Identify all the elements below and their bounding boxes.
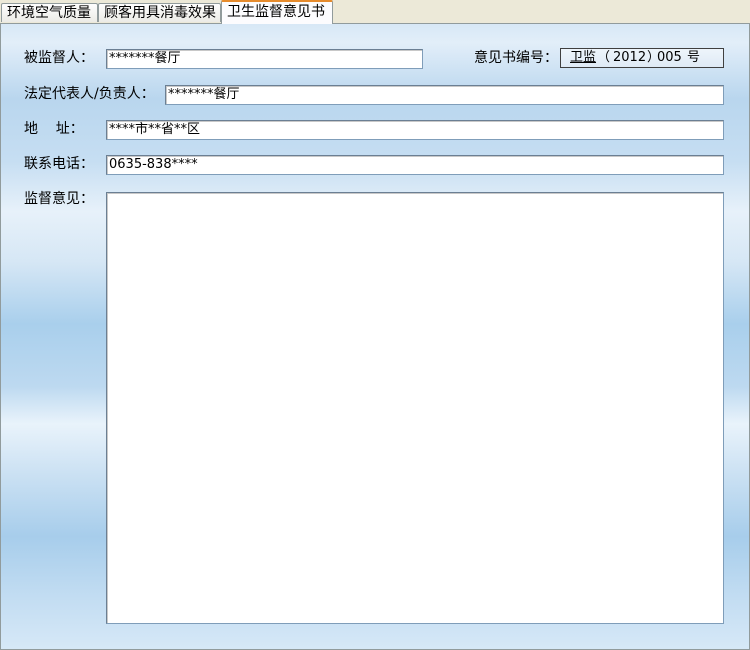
address-input[interactable]: ****市**省**区: [106, 120, 724, 140]
address-label: 地 址：: [24, 121, 84, 137]
opinion-number-label: 意见书编号：: [474, 50, 558, 66]
form-panel: 被监督人： *******餐厅 意见书编号： 卫监 （ 2012 ） 005 号…: [0, 23, 750, 650]
opinion-number-serial[interactable]: 005: [657, 49, 682, 67]
legal-rep-label: 法定代表人/负责人：: [24, 86, 155, 102]
opinion-label: 监督意见：: [24, 191, 94, 207]
legal-rep-input[interactable]: *******餐厅: [165, 85, 724, 105]
opinion-number-prefix: 卫监: [570, 50, 597, 65]
tab-air-quality[interactable]: 环境空气质量: [1, 3, 98, 22]
supervisee-label: 被监督人：: [24, 50, 94, 66]
tab-supervision-opinion[interactable]: 卫生监督意见书: [221, 0, 333, 24]
opinion-number-suffix: 号: [687, 50, 701, 65]
supervisee-input[interactable]: *******餐厅: [106, 49, 423, 69]
opinion-number-box: 卫监 （ 2012 ） 005 号: [560, 48, 724, 68]
phone-label: 联系电话：: [24, 156, 94, 172]
tab-bar: 环境空气质量 顾客用具消毒效果 卫生监督意见书: [0, 0, 750, 24]
opinion-textarea[interactable]: [106, 192, 724, 624]
phone-input[interactable]: 0635-838****: [106, 155, 724, 175]
opinion-number-open-paren: （: [597, 50, 611, 65]
tab-utensil-disinfection[interactable]: 顾客用具消毒效果: [98, 3, 221, 22]
opinion-number-year[interactable]: 2012: [613, 49, 646, 67]
